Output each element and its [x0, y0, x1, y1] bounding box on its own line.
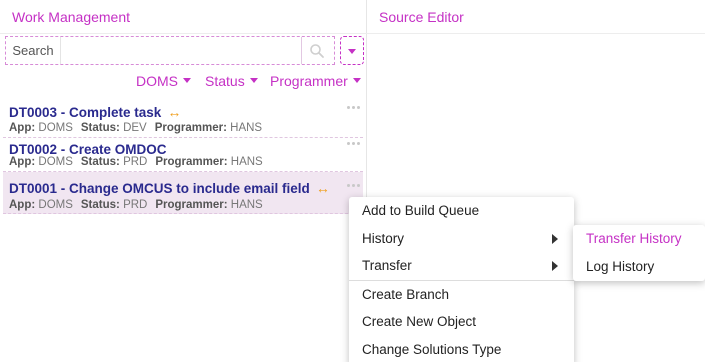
filter-bar: DOMS Status Programmer: [0, 73, 367, 91]
menu-item-add-to-build-queue[interactable]: Add to Build Queue: [349, 197, 574, 224]
caret-down-icon: [249, 78, 258, 83]
caret-down-icon: [352, 78, 361, 83]
filter-doms-dropdown[interactable]: DOMS: [136, 73, 191, 89]
caret-down-icon: [183, 78, 191, 83]
submenu-arrow-icon: [552, 261, 558, 271]
search-icon[interactable]: [309, 43, 325, 59]
filter-label: Status: [205, 73, 245, 89]
search-input[interactable]: [61, 37, 301, 64]
task-meta: App: DOMS Status: PRD Programmer: HANS: [9, 199, 263, 211]
header-divider: [367, 33, 705, 34]
panel-title-work-management: Work Management: [12, 9, 131, 25]
filter-toggle-button[interactable]: [340, 36, 364, 65]
menu-item-create-branch[interactable]: Create Branch: [349, 281, 574, 308]
transfer-arrows-icon: ↔: [167, 104, 182, 120]
task-title: DT0001 - Change OMCUS to include email f…: [9, 180, 330, 196]
context-menu: Add to Build Queue History Transfer Crea…: [349, 197, 574, 362]
task-item[interactable]: DT0003 - Complete task ↔ App: DOMS Status:…: [3, 100, 363, 138]
task-item-selected[interactable]: DT0001 - Change OMCUS to include email f…: [3, 172, 363, 214]
task-title: DT0003 - Complete task ↔: [9, 104, 182, 120]
filter-status-dropdown[interactable]: Status: [205, 73, 258, 89]
menu-item-transfer-history[interactable]: Transfer History: [573, 225, 705, 252]
more-options-icon[interactable]: [347, 142, 361, 146]
filter-label: Programmer: [270, 73, 348, 89]
menu-item-create-new-object[interactable]: Create New Object: [349, 308, 574, 335]
task-title: DT0002 - Create OMDOC: [9, 142, 167, 157]
search-label: Search: [6, 37, 61, 64]
caret-down-icon: [348, 49, 356, 54]
menu-item-log-history[interactable]: Log History: [573, 253, 705, 280]
filter-programmer-dropdown[interactable]: Programmer: [270, 73, 361, 89]
task-meta: App: DOMS Status: DEV Programmer: HANS: [9, 122, 263, 134]
task-item[interactable]: DT0002 - Create OMDOC App: DOMS Status: P…: [3, 138, 363, 172]
task-meta: App: DOMS Status: PRD Programmer: HANS: [9, 156, 263, 168]
more-options-icon[interactable]: [347, 184, 361, 188]
search-bar: Search: [5, 36, 335, 65]
submenu-arrow-icon: [552, 234, 558, 244]
menu-item-history[interactable]: History: [349, 225, 574, 252]
work-management-panel: Work Management Search DOMS Status Progr…: [0, 0, 367, 362]
app-root: Work Management Search DOMS Status Progr…: [0, 0, 705, 362]
header-divider: [0, 33, 367, 34]
search-divider: [301, 37, 302, 64]
filter-label: DOMS: [136, 73, 178, 89]
more-options-icon[interactable]: [347, 106, 361, 110]
history-submenu: Transfer History Log History: [573, 225, 705, 281]
menu-item-transfer[interactable]: Transfer: [349, 252, 574, 279]
menu-item-change-solutions-type[interactable]: Change Solutions Type: [349, 336, 574, 362]
panel-title-source-editor: Source Editor: [379, 9, 464, 25]
transfer-arrows-icon: ↔: [315, 180, 330, 196]
